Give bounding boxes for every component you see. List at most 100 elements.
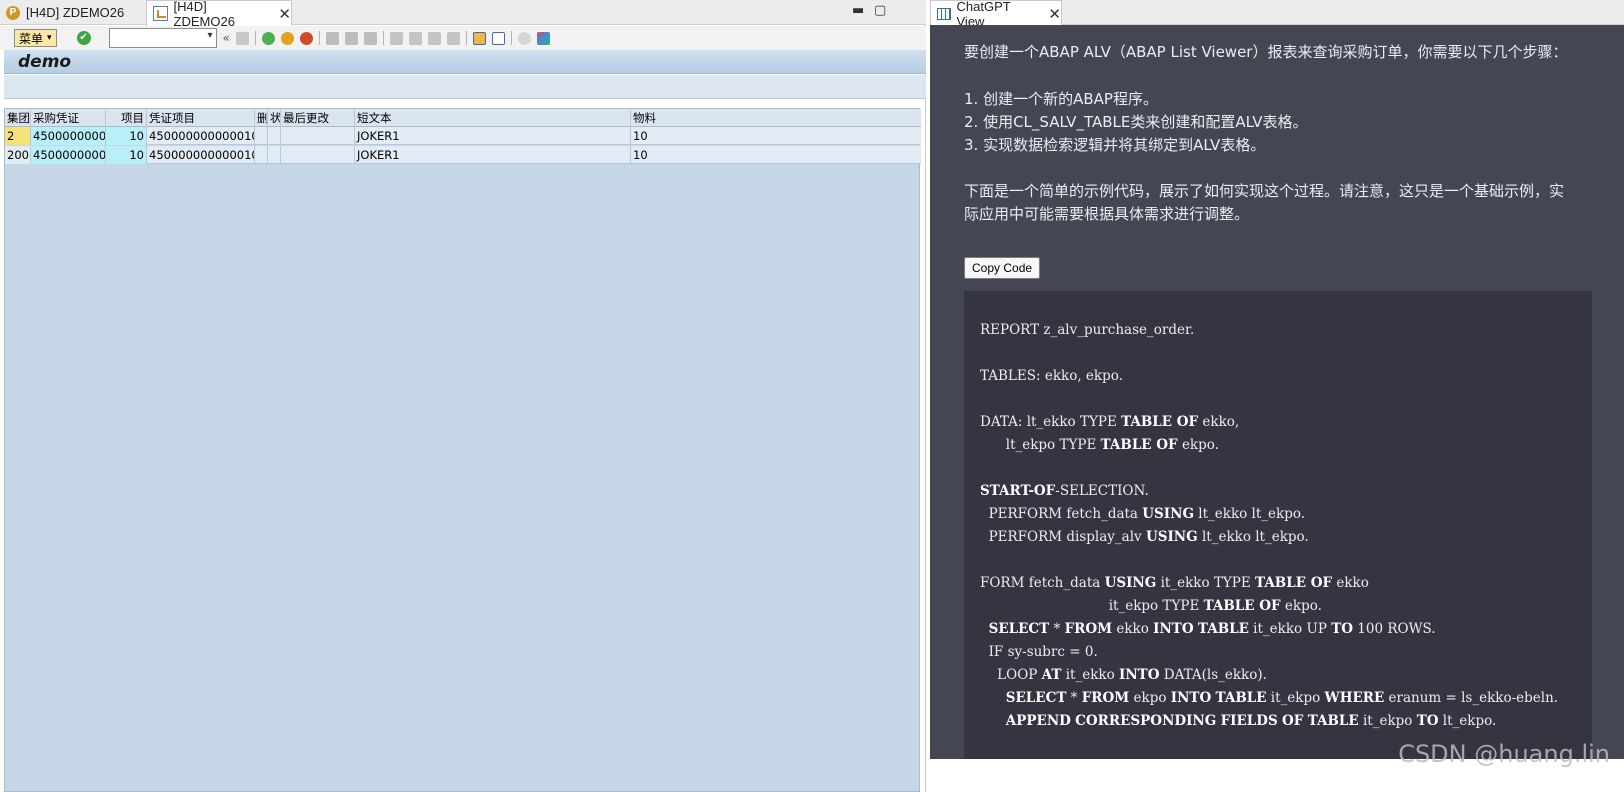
- code-line: lt_ekpo TYPE TABLE OF ekpo.: [980, 437, 1219, 453]
- code-line: PERFORM display_alv USING lt_ekko lt_ekp…: [980, 529, 1309, 545]
- find-next-icon[interactable]: [363, 31, 377, 45]
- print-icon[interactable]: [325, 31, 339, 45]
- column-header[interactable]: 短文本: [355, 109, 631, 127]
- table-cell[interactable]: 10: [106, 127, 147, 145]
- menu-button-label: 菜单: [19, 31, 44, 46]
- chat-response: 要创建一个ABAP ALV（ABAP List Viewer）报表来查询采购订单…: [930, 25, 1624, 759]
- code-line: REPORT z_alv_purchase_order.: [980, 322, 1195, 338]
- last-page-icon[interactable]: [446, 31, 460, 45]
- code-line: DATA: lt_ekko TYPE TABLE OF ekko,: [980, 414, 1240, 430]
- table-cell[interactable]: 200: [5, 146, 31, 164]
- table-row[interactable]: 2 4500000000 10 450000000000010 JOKER1 1…: [5, 127, 921, 145]
- close-icon[interactable]: ✕: [1048, 5, 1061, 23]
- view-tab-bar: ChatGPT View ✕: [930, 0, 1624, 29]
- code-line: FORM fetch_data USING it_ekko TYPE TABLE…: [980, 575, 1369, 591]
- code-line: APPEND CORRESPONDING FIELDS OF TABLE it_…: [1005, 713, 1497, 729]
- table-cell[interactable]: 10: [631, 127, 921, 145]
- editor-tab-1[interactable]: P [H4D] ZDEMO26: [0, 0, 142, 25]
- help-icon[interactable]: [517, 31, 531, 45]
- minimize-icon[interactable]: ▬: [852, 3, 864, 18]
- column-header[interactable]: 物料: [631, 109, 921, 127]
- table-cell[interactable]: [255, 127, 268, 145]
- next-page-icon[interactable]: [427, 31, 441, 45]
- table-cell[interactable]: 450000000000010: [147, 146, 255, 164]
- table-cell[interactable]: [268, 127, 281, 145]
- chatgpt-pane: ChatGPT View ✕ 要创建一个ABAP ALV（ABAP List V…: [930, 0, 1624, 792]
- code-text: REPORT z_alv_purchase_order. TABLES: ekk…: [980, 319, 1558, 733]
- prev-page-icon[interactable]: [408, 31, 422, 45]
- table-cell[interactable]: JOKER1: [355, 146, 631, 164]
- column-header[interactable]: 项目: [106, 109, 147, 127]
- collapse-arrows-icon[interactable]: «: [223, 31, 230, 45]
- find-icon[interactable]: [344, 31, 358, 45]
- table-cell[interactable]: 10: [106, 146, 147, 164]
- code-line: TABLES: ekko, ekpo.: [980, 368, 1123, 384]
- watermark: CSDN @huang.lin: [1398, 740, 1610, 768]
- table-row[interactable]: 200 4500000000 10 450000000000010 JOKER1…: [5, 146, 921, 164]
- table-cell[interactable]: JOKER1: [355, 127, 631, 145]
- column-header[interactable]: 凭证项目: [147, 109, 255, 127]
- table-cell[interactable]: [281, 146, 355, 164]
- command-field[interactable]: [108, 28, 217, 48]
- code-line: SELECT * FROM ekko INTO TABLE it_ekko UP…: [988, 621, 1436, 637]
- chevron-down-icon: ▾: [47, 33, 52, 43]
- copy-code-button[interactable]: Copy Code: [964, 257, 1041, 279]
- editor-tab-2-label: [H4D] ZDEMO26: [173, 0, 235, 29]
- column-header[interactable]: 状: [268, 109, 281, 127]
- close-icon[interactable]: ✕: [278, 5, 291, 23]
- response-note: 下面是一个简单的示例代码，展示了如何实现这个过程。请注意，这只是一个基础示例，实: [964, 182, 1565, 200]
- column-header[interactable]: 删: [255, 109, 268, 127]
- table-cell[interactable]: 10: [631, 146, 921, 164]
- code-line: START-OF-SELECTION.: [980, 483, 1149, 499]
- table-cell[interactable]: 4500000000: [31, 146, 106, 164]
- alv-grid: 集团 采购凭证 项目 凭证项目 删 状 最后更改 短文本 物料 2 450000…: [4, 108, 921, 792]
- code-line: PERFORM fetch_data USING lt_ekko lt_ekpo…: [980, 506, 1306, 522]
- report-icon: [153, 6, 168, 21]
- column-header[interactable]: 集团: [5, 109, 31, 127]
- tab-chatgpt-view[interactable]: ChatGPT View ✕: [930, 0, 1062, 29]
- table-view-icon: [937, 7, 951, 20]
- screen-title-bar: demo: [4, 50, 926, 74]
- shortcut-icon[interactable]: [491, 31, 505, 45]
- toolbar-separator: [318, 31, 320, 45]
- step-item: 3. 实现数据检索逻辑并将其绑定到ALV表格。: [964, 136, 1266, 154]
- customize-layout-icon[interactable]: [536, 31, 550, 45]
- sap-toolbar: 菜单 ▾ ✔ «: [0, 26, 926, 50]
- exit-icon[interactable]: [280, 31, 294, 45]
- code-block[interactable]: REPORT z_alv_purchase_order. TABLES: ekk…: [964, 291, 1592, 759]
- sap-pane: P [H4D] ZDEMO26 [H4D] ZDEMO26 ✕ ▬ ▢ 菜单 ▾…: [0, 0, 926, 792]
- editor-tab-2[interactable]: [H4D] ZDEMO26 ✕: [146, 0, 292, 29]
- maximize-icon[interactable]: ▢: [874, 3, 886, 18]
- column-header[interactable]: 最后更改: [281, 109, 355, 127]
- table-cell[interactable]: 450000000000010: [147, 127, 255, 145]
- new-session-icon[interactable]: [472, 31, 486, 45]
- save-icon[interactable]: [235, 31, 249, 45]
- table-cell[interactable]: [281, 127, 355, 145]
- toolbar-separator: [510, 31, 512, 45]
- back-icon[interactable]: [261, 31, 275, 45]
- table-cell[interactable]: [255, 146, 268, 164]
- menu-button[interactable]: 菜单 ▾: [14, 29, 57, 47]
- code-line: LOOP AT it_ekko INTO DATA(ls_ekko).: [980, 667, 1267, 683]
- response-intro: 要创建一个ABAP ALV（ABAP List Viewer）报表来查询采购订单…: [964, 43, 1568, 61]
- page-title: demo: [18, 51, 72, 72]
- editor-tab-bar: P [H4D] ZDEMO26 [H4D] ZDEMO26 ✕ ▬ ▢: [0, 0, 926, 29]
- toolbar-separator: [382, 31, 384, 45]
- grid-header: 集团 采购凭证 项目 凭证项目 删 状 最后更改 短文本 物料: [5, 109, 921, 127]
- table-cell[interactable]: 4500000000: [31, 127, 106, 145]
- table-cell[interactable]: 2: [5, 127, 31, 145]
- application-toolbar: [4, 75, 926, 99]
- code-line: IF sy-subrc = 0.: [980, 644, 1098, 660]
- cancel-icon[interactable]: [299, 31, 313, 45]
- first-page-icon[interactable]: [389, 31, 403, 45]
- column-header[interactable]: 采购凭证: [31, 109, 106, 127]
- program-icon: P: [6, 5, 20, 20]
- step-item: 1. 创建一个新的ABAP程序。: [964, 90, 1158, 108]
- step-item: 2. 使用CL_SALV_TABLE类来创建和配置ALV表格。: [964, 113, 1308, 131]
- enter-check-icon[interactable]: ✔: [76, 31, 91, 45]
- table-cell[interactable]: [268, 146, 281, 164]
- code-line: it_ekpo TYPE TABLE OF ekpo.: [980, 598, 1322, 614]
